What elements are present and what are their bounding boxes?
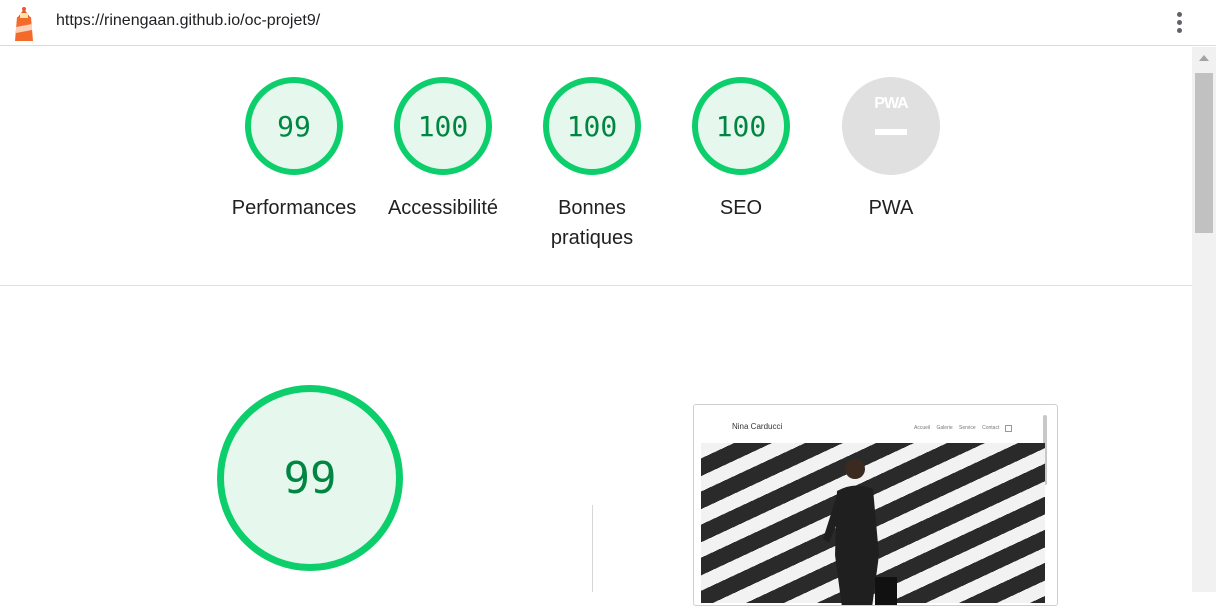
screenshot-nav-item: Accueil: [914, 425, 931, 431]
pwa-badge-icon: PWA: [842, 77, 940, 175]
gauge-ring: 99: [245, 77, 343, 175]
screenshot-nav-item: Galerie: [936, 425, 953, 431]
screenshot-nav: Accueil Galerie Service Contact: [914, 425, 1004, 431]
gauge-label: Bonnes pratiques: [550, 197, 634, 249]
dash-icon: [875, 129, 907, 135]
screenshot-nav-item: Contact: [982, 425, 1000, 431]
gauge-performance[interactable]: 99 Performances: [219, 77, 369, 223]
gauge-score: 100: [417, 109, 469, 143]
report-topbar: https://rinengaan.github.io/oc-projet9/: [0, 0, 1216, 46]
pwa-badge-text: PWA: [874, 95, 908, 112]
gauge-label: Accessibilité: [387, 197, 499, 219]
performance-main-gauge: 99: [217, 385, 403, 571]
performance-main-score: 99: [283, 452, 337, 504]
gauge-seo[interactable]: 100 SEO: [666, 77, 816, 223]
gauge-score: 99: [277, 109, 311, 143]
scrollbar-thumb[interactable]: [1195, 73, 1213, 233]
lighthouse-icon: [15, 7, 33, 41]
person-figure: [823, 459, 897, 605]
final-screenshot: Nina Carducci Accueil Galerie Service Co…: [693, 404, 1058, 606]
report-url[interactable]: https://rinengaan.github.io/oc-projet9/: [56, 12, 320, 30]
screenshot-site-name: Nina Carducci: [732, 422, 783, 431]
gauge-score: 100: [715, 109, 767, 143]
scroll-up-icon[interactable]: [1199, 55, 1209, 61]
score-gauges: 99 Performances 100 Accessibilité 100 Bo…: [0, 47, 1192, 286]
gauge-label: PWA: [868, 197, 914, 219]
kebab-menu-icon[interactable]: [1170, 9, 1188, 37]
gauge-pwa[interactable]: PWA PWA: [816, 77, 966, 223]
gauge-label: SEO: [719, 197, 763, 219]
screenshot-nav-item: Service: [959, 425, 976, 431]
gauge-accessibility[interactable]: 100 Accessibilité: [368, 77, 518, 223]
gauge-ring: 100: [692, 77, 790, 175]
vertical-divider: [592, 505, 593, 592]
gauge-label: Performances: [231, 197, 357, 219]
gauge-score: 100: [566, 109, 618, 143]
gauge-ring: 100: [394, 77, 492, 175]
gauge-best-practices[interactable]: 100 Bonnes pratiques: [517, 77, 667, 253]
page-scrollbar[interactable]: [1192, 47, 1216, 592]
instagram-icon: [1005, 425, 1012, 432]
hero-photo: [701, 443, 1045, 605]
gauge-ring: 100: [543, 77, 641, 175]
